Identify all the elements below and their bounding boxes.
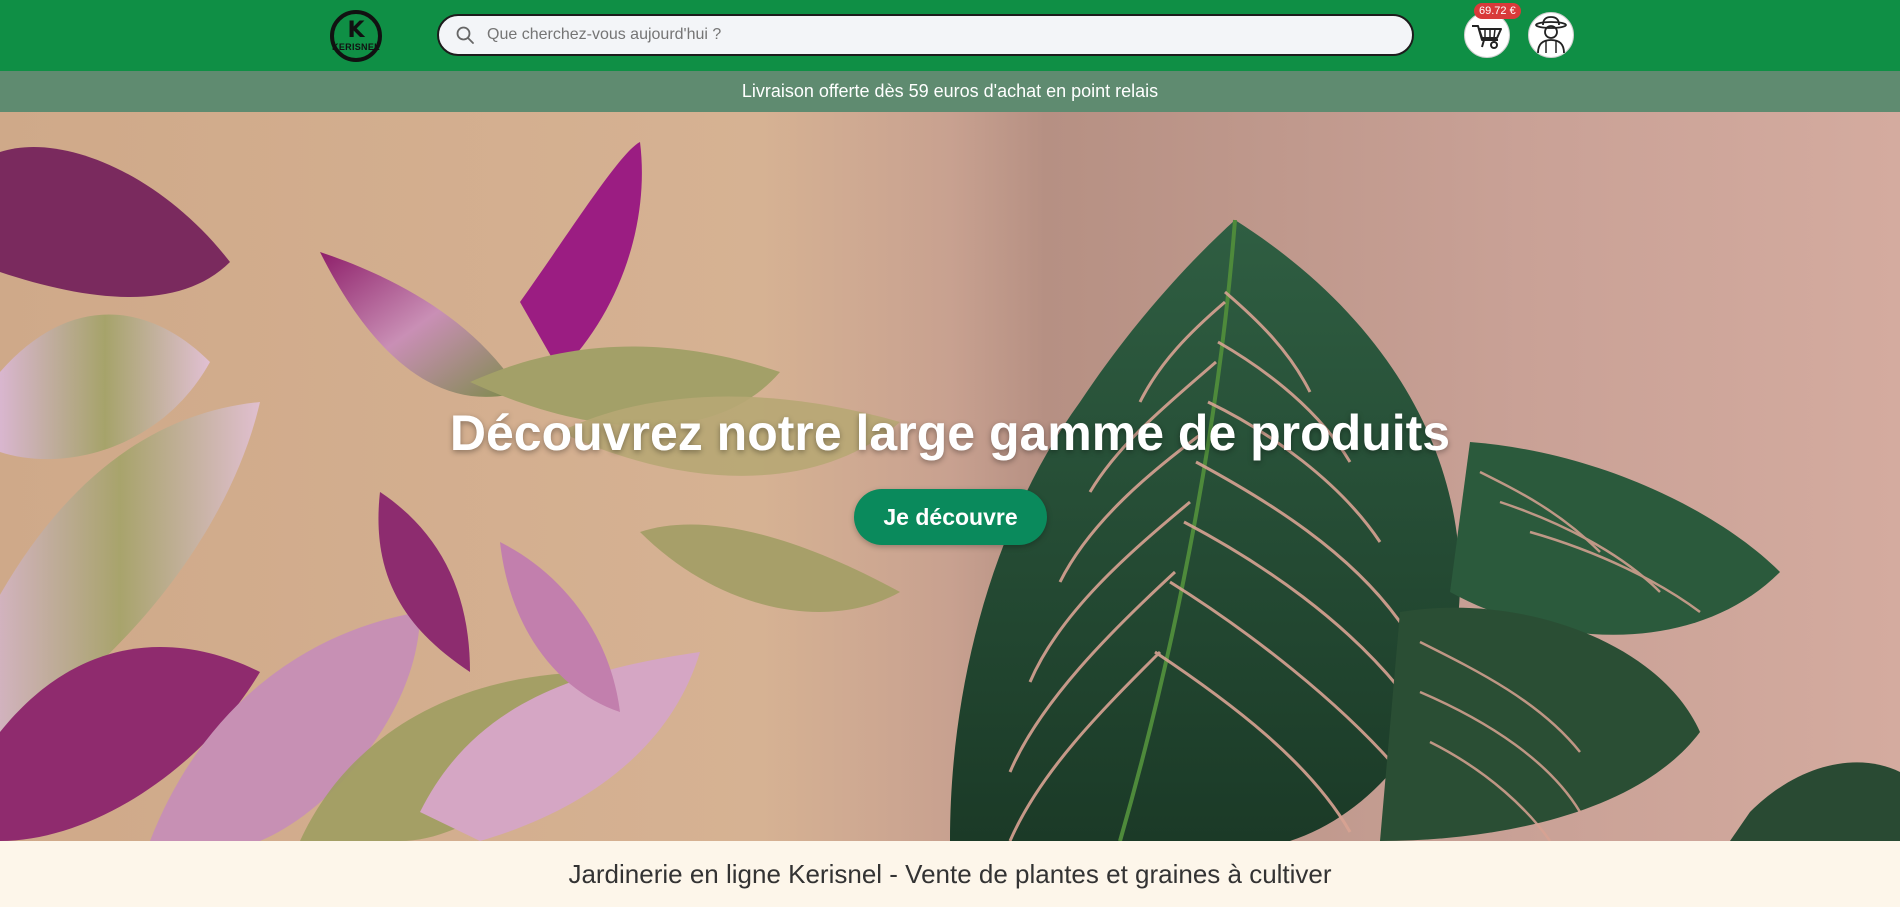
gardener-avatar-icon [1535, 16, 1567, 54]
promo-text: Livraison offerte dès 59 euros d'achat e… [741, 81, 1159, 101]
logo-letter: K [347, 17, 365, 43]
hero-plant-image [0, 142, 1900, 841]
top-navigation-bar: K KERISNEL 69.72 € [0, 0, 1900, 71]
cart-total-badge: 69.72 € [1474, 3, 1521, 19]
kerisnel-logo[interactable]: K KERISNEL [330, 10, 382, 62]
search-bar[interactable] [437, 14, 1414, 56]
intro-section: Jardinerie en ligne Kerisnel - Vente de … [0, 841, 1900, 907]
shipping-promo-banner: Livraison offerte dès 59 euros d'achat e… [0, 71, 1900, 112]
section-title: Jardinerie en ligne Kerisnel - Vente de … [568, 858, 1332, 889]
hero-banner: Découvrez notre large gamme de produits … [0, 112, 1900, 841]
account-button[interactable] [1528, 12, 1574, 58]
search-icon [456, 26, 474, 44]
discover-button[interactable]: Je découvre [854, 489, 1047, 545]
wheelbarrow-cart-icon [1472, 25, 1502, 49]
hero-title: Découvrez notre large gamme de produits [449, 405, 1451, 461]
search-input[interactable] [487, 26, 1387, 44]
logo-name: KERISNEL [332, 41, 380, 52]
